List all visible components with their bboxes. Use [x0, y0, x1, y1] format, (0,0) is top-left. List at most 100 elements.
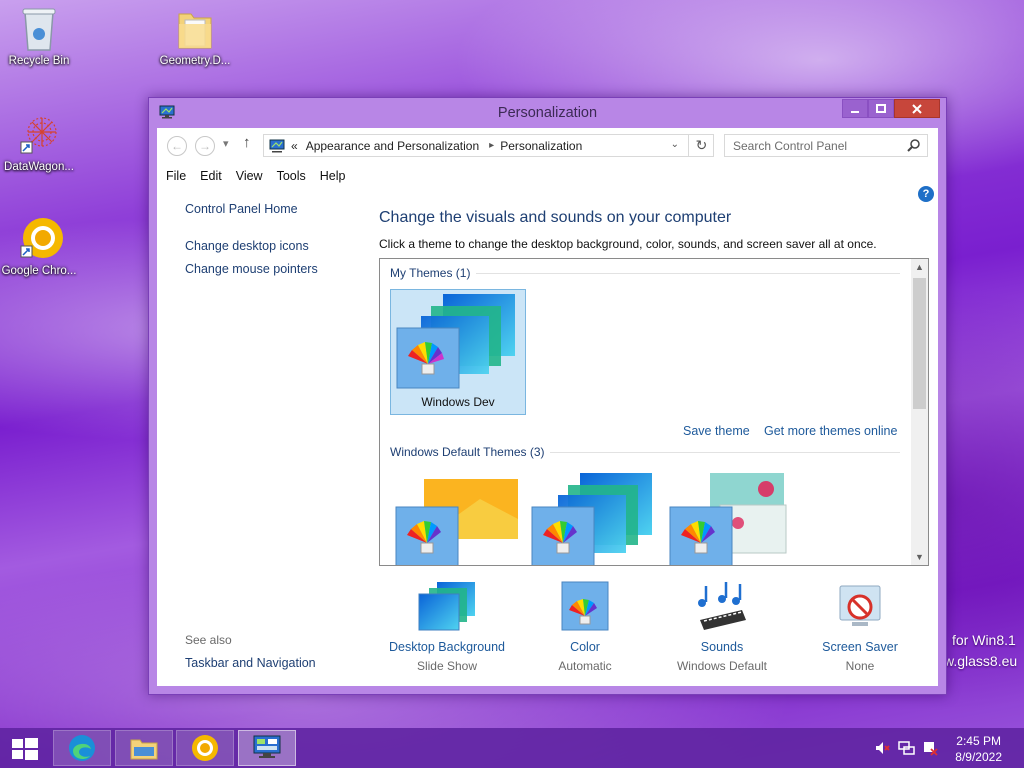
minimize-button[interactable]	[842, 99, 868, 118]
address-dropdown-icon[interactable]: ⌄	[671, 139, 679, 150]
volume-muted-icon[interactable]	[874, 740, 890, 756]
forward-button[interactable]: →	[195, 136, 215, 156]
desktop-icon-recycle-bin[interactable]: Recycle Bin	[1, 6, 77, 69]
menu-file[interactable]: File	[166, 169, 186, 183]
desktop-icon-datawagon[interactable]: DataWagon...	[1, 112, 77, 175]
search-box[interactable]	[724, 134, 928, 157]
menu-view[interactable]: View	[236, 169, 263, 183]
sounds-setting[interactable]: Sounds Windows Default	[652, 580, 792, 673]
minimize-icon	[851, 110, 859, 113]
sounds-value: Windows Default	[676, 659, 768, 673]
folder-icon	[175, 6, 215, 50]
maximize-icon	[876, 103, 886, 113]
taskbar-navigation-link[interactable]: Taskbar and Navigation	[185, 656, 316, 670]
chevron-down-icon: ▾	[223, 138, 229, 150]
clock-date: 8/9/2022	[955, 750, 1002, 764]
breadcrumb-appearance[interactable]: Appearance and Personalization	[306, 139, 479, 153]
see-also-label: See also	[185, 633, 232, 647]
taskbar-clock[interactable]: 2:45 PM 8/9/2022	[955, 733, 1002, 765]
control-panel-home-link[interactable]: Control Panel Home	[185, 202, 365, 216]
screen-saver-setting[interactable]: Screen Saver None	[790, 580, 930, 673]
screen-saver-value: None	[845, 659, 875, 673]
search-input[interactable]	[733, 138, 903, 153]
help-icon: ?	[922, 188, 930, 200]
themes-scrollbar[interactable]: ▲ ▼	[911, 259, 928, 565]
desktop-icon-geometry[interactable]: Geometry.D...	[157, 6, 233, 69]
menu-edit[interactable]: Edit	[200, 169, 222, 183]
chrome-icon	[192, 735, 218, 761]
theme-lines-and-colors[interactable]	[528, 469, 664, 565]
scroll-down-icon[interactable]: ▼	[915, 552, 924, 562]
control-panel-icon	[269, 139, 285, 152]
help-button[interactable]: ?	[918, 186, 934, 202]
change-mouse-pointers-link[interactable]: Change mouse pointers	[185, 262, 365, 276]
theme-windows-dev[interactable]: Windows Dev	[390, 289, 526, 415]
default-themes-group-label: Windows Default Themes (3)	[390, 445, 545, 459]
navigation-bar: ← → ▾ ↑ « Appearance and Personalization…	[157, 128, 938, 162]
desktop-background-title: Desktop Background	[388, 640, 506, 654]
close-icon	[912, 103, 922, 114]
get-more-themes-link[interactable]: Get more themes online	[764, 424, 897, 438]
theme-windows[interactable]	[390, 469, 526, 565]
breadcrumb-chevron-icon[interactable]: ▸	[489, 140, 494, 151]
taskbar-edge[interactable]	[53, 730, 111, 766]
window-client: ← → ▾ ↑ « Appearance and Personalization…	[157, 128, 938, 686]
start-button[interactable]	[10, 738, 40, 760]
refresh-icon: ↻	[695, 137, 708, 153]
theme-preview-icon	[396, 294, 515, 389]
up-button[interactable]: ↑	[243, 134, 251, 151]
sounds-title: Sounds	[700, 640, 744, 654]
taskbar-chrome[interactable]	[176, 730, 234, 766]
maximize-button[interactable]	[868, 99, 894, 118]
refresh-button[interactable]: ↻	[688, 134, 714, 157]
close-button[interactable]	[894, 99, 940, 118]
title-bar[interactable]: Personalization	[149, 98, 946, 128]
desktop-background-setting[interactable]: Desktop Background Slide Show	[377, 580, 517, 673]
control-panel-icon	[253, 735, 281, 758]
address-bar[interactable]: « Appearance and Personalization ▸ Perso…	[263, 134, 714, 157]
color-icon	[555, 580, 615, 634]
theme-name: Windows Dev	[421, 395, 495, 409]
color-value: Automatic	[558, 659, 612, 673]
folder-icon	[130, 739, 158, 760]
arrow-left-icon: ←	[171, 139, 183, 153]
color-title: Color	[570, 640, 600, 654]
arrow-right-icon: →	[199, 139, 211, 153]
back-button[interactable]: ←	[167, 136, 187, 156]
desktop-icon-label: Geometry.D...	[159, 55, 231, 67]
address-overflow[interactable]: «	[291, 139, 298, 153]
theme-flowers[interactable]	[666, 469, 802, 565]
change-desktop-icons-link[interactable]: Change desktop icons	[185, 239, 365, 253]
save-theme-link[interactable]: Save theme	[683, 424, 750, 438]
my-themes-group-label: My Themes (1)	[390, 266, 471, 280]
scrollbar-thumb[interactable]	[913, 278, 926, 409]
watermark-line-2: w.glass8.eu	[944, 653, 1018, 669]
datawagon-icon	[19, 112, 59, 156]
taskbar: 2:45 PM 8/9/2022	[0, 728, 1024, 768]
page-title: Change the visuals and sounds on your co…	[379, 209, 732, 226]
desktop-icon-label: DataWagon...	[4, 161, 74, 173]
scroll-up-icon[interactable]: ▲	[915, 262, 924, 272]
menu-bar: File Edit View Tools Help	[157, 164, 359, 188]
theme-preview-icon	[395, 479, 518, 565]
recent-locations-button[interactable]: ▾	[223, 137, 229, 150]
breadcrumb-personalization[interactable]: Personalization	[500, 139, 582, 153]
taskbar-control-panel[interactable]	[238, 730, 296, 766]
taskbar-file-explorer[interactable]	[115, 730, 173, 766]
network-icon[interactable]	[898, 740, 916, 756]
menu-tools[interactable]: Tools	[277, 169, 306, 183]
chrome-icon	[19, 216, 63, 260]
edge-icon	[69, 735, 95, 761]
color-setting[interactable]: Color Automatic	[515, 580, 655, 673]
action-center-icon[interactable]	[922, 740, 938, 756]
search-icon[interactable]	[907, 138, 921, 152]
menu-help[interactable]: Help	[320, 169, 346, 183]
windows-logo-icon	[12, 738, 38, 760]
window-title: Personalization	[497, 105, 598, 121]
desktop-background-value: Slide Show	[416, 659, 478, 673]
personalization-window: Personalization ← → ▾ ↑ « Appearance and…	[148, 97, 947, 695]
window-controls	[842, 99, 940, 118]
desktop-background-icon	[417, 580, 477, 634]
desktop-icon-label: Recycle Bin	[8, 55, 70, 67]
desktop-icon-chrome[interactable]: Google Chro...	[1, 216, 77, 279]
